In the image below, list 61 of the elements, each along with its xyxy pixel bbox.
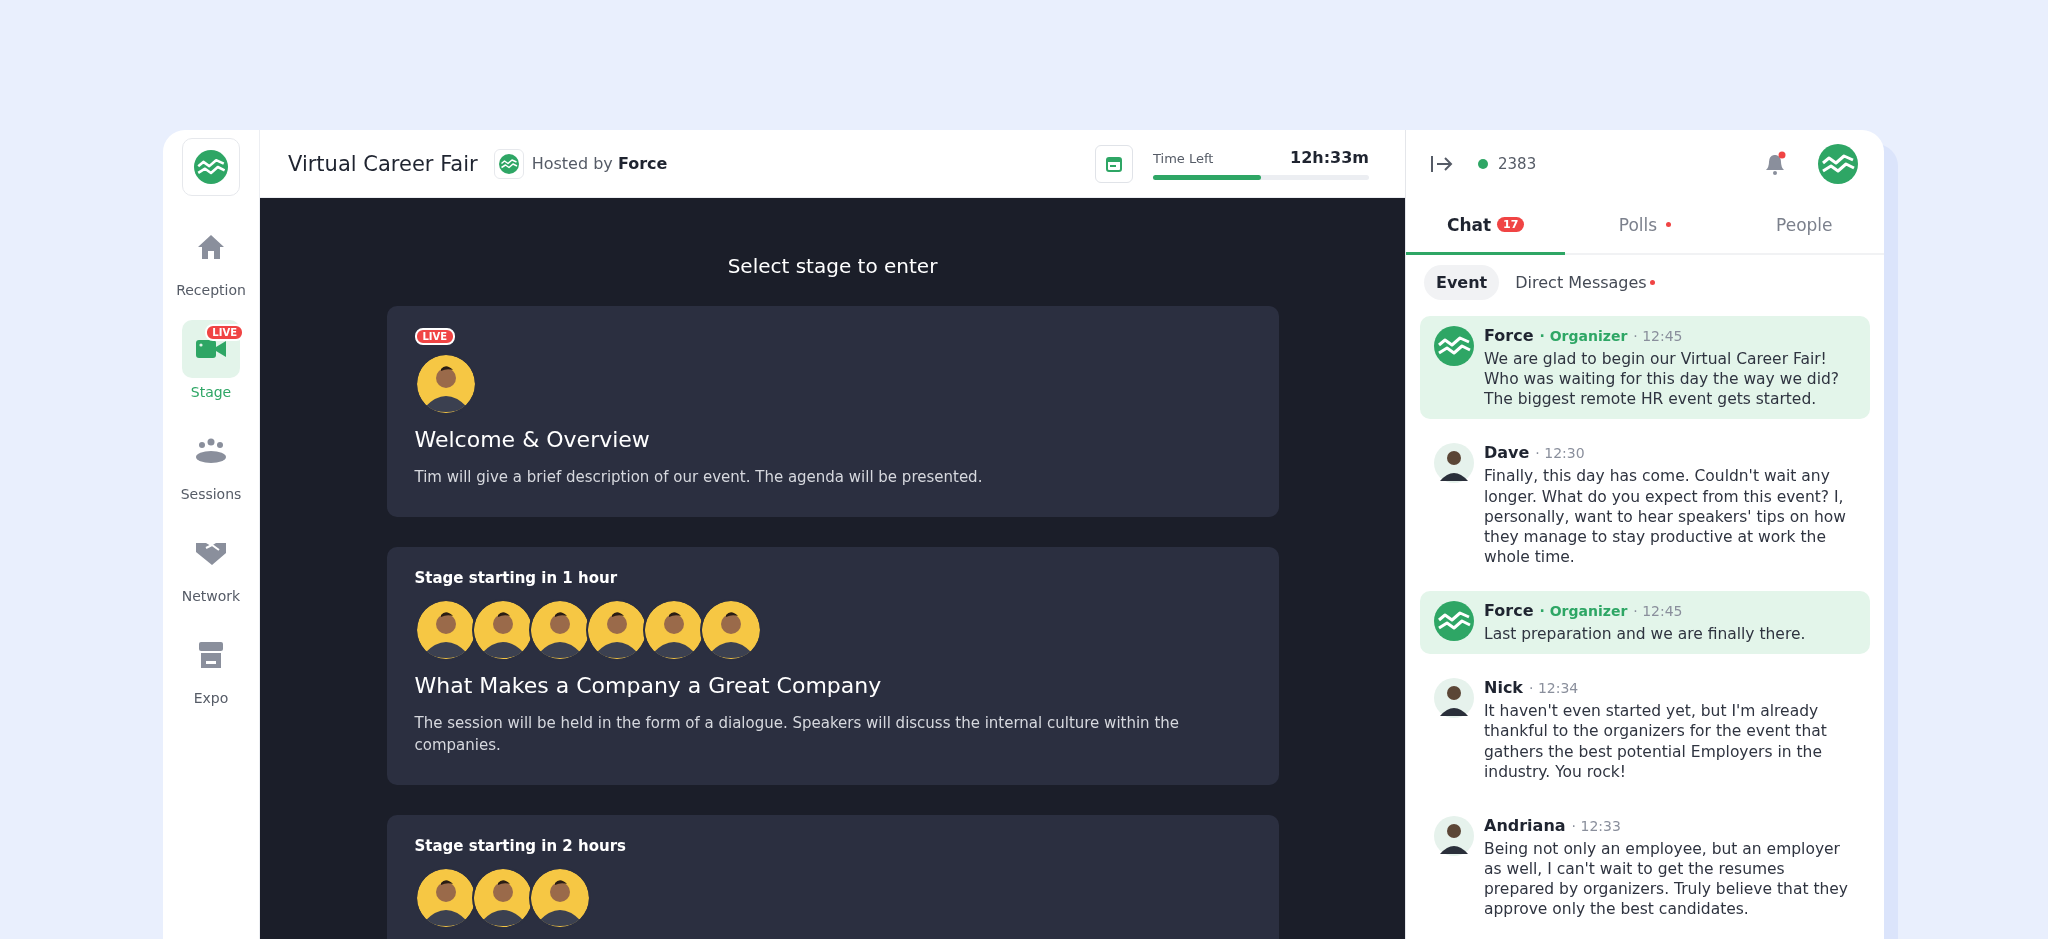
message-text: Being not only an employee, but an employer as well, I can't wait to get the resumes prepared by organizers. Truly believe that they approve only the best candidates. xyxy=(1484,838,1849,920)
logo-icon xyxy=(498,153,519,174)
nav-item[interactable]: Reception xyxy=(176,218,246,298)
people-icon xyxy=(195,438,227,464)
avatar xyxy=(1434,678,1474,719)
message-time: · 12:45 xyxy=(1633,603,1683,620)
author-name: Dave xyxy=(1484,443,1530,463)
logo-avatar xyxy=(1434,326,1474,366)
message-text: We are glad to begin our Virtual Career Fair! Who was waiting for this day the way we did? The biggest remote HR event gets started. xyxy=(1484,349,1841,410)
profile-avatar xyxy=(1818,143,1858,184)
stage-card[interactable]: Stage starting in 1 hour What Makes a Company a Great Company The session will be held in the form of a dialogue. Speakers will discuss the internal culture within the companies. xyxy=(386,546,1279,785)
message-text: It haven't even started yet, but I'm already thankful to the organizers for the event that gathers the best potential Employers in the industry. You rock! xyxy=(1484,701,1828,782)
handshake-icon xyxy=(195,540,227,566)
logo-tile[interactable] xyxy=(182,138,240,196)
exit-icon[interactable] xyxy=(1430,153,1454,174)
event-title: Virtual Career Fair xyxy=(288,151,478,176)
stage-heading: Select stage to enter xyxy=(727,254,938,278)
subtab[interactable]: Event xyxy=(1424,265,1500,300)
nav-item[interactable]: Sessions xyxy=(180,422,242,502)
logo-icon xyxy=(194,150,228,184)
stage-description: Tim will give a brief description of our event. The agenda will be presented. xyxy=(414,467,983,488)
message-time: · 12:45 xyxy=(1633,328,1683,344)
time-left-value: 12h:33m xyxy=(1290,147,1369,167)
calendar-icon xyxy=(1105,154,1123,173)
tab[interactable]: Chat 17 xyxy=(1406,197,1566,255)
online-dot xyxy=(1478,158,1488,169)
nav-item[interactable]: Network xyxy=(181,524,241,604)
stage-title: What Makes a Company a Great Company xyxy=(414,672,882,698)
author-name: Andriana xyxy=(1484,815,1566,835)
logo-avatar xyxy=(1434,601,1474,642)
tab[interactable]: Polls xyxy=(1565,197,1725,255)
live-badge: LIVE xyxy=(205,324,244,341)
online-count: 2383 xyxy=(1498,154,1537,173)
stage-description: The session will be held in the form of a dialogue. Speakers will discuss the internal culture within the companies. xyxy=(414,712,1180,756)
avatar xyxy=(1434,443,1474,484)
stage-card[interactable]: LIVE Welcome & Overview Tim will give a brief description of our event. The agenda will be presented. xyxy=(386,306,1279,517)
stage-status: Stage starting in 1 hour xyxy=(414,568,618,587)
video-camera-icon xyxy=(196,338,226,360)
calendar-button[interactable] xyxy=(1095,144,1133,183)
home-icon xyxy=(197,234,225,260)
nav-item[interactable]: Expo xyxy=(182,626,240,706)
author-role: · Organizer xyxy=(1539,603,1628,620)
message-time: · 12:34 xyxy=(1529,680,1579,697)
live-badge: LIVE xyxy=(414,328,456,345)
author-name: Nick xyxy=(1484,678,1523,698)
time-left-label: Time Left xyxy=(1153,150,1214,166)
author-role: · Organizer xyxy=(1539,328,1628,344)
market-stand-icon xyxy=(197,641,225,669)
subtab[interactable]: Direct Messages xyxy=(1503,265,1667,300)
message-time: · 12:30 xyxy=(1535,445,1585,462)
author-name: Force xyxy=(1484,326,1534,345)
message-text: Last preparation and we are finally there. xyxy=(1484,624,1806,645)
tab[interactable]: People xyxy=(1724,197,1884,255)
host-label: Hosted by Force xyxy=(531,154,668,173)
avatar xyxy=(1434,815,1474,856)
message-time: · 12:33 xyxy=(1571,817,1621,834)
message-text: Finally, this day has come. Couldn't wait any longer. What do you expect from this event? I, personally, want to hear speakers' tips on how they manage to stay productive at work the whole time. xyxy=(1484,466,1847,568)
stage-status: Stage starting in 2 hours xyxy=(414,836,626,855)
stage-card[interactable]: Stage starting in 2 hours xyxy=(386,814,1279,939)
author-name: Force xyxy=(1484,601,1534,621)
stage-title: Welcome & Overview xyxy=(414,427,650,452)
